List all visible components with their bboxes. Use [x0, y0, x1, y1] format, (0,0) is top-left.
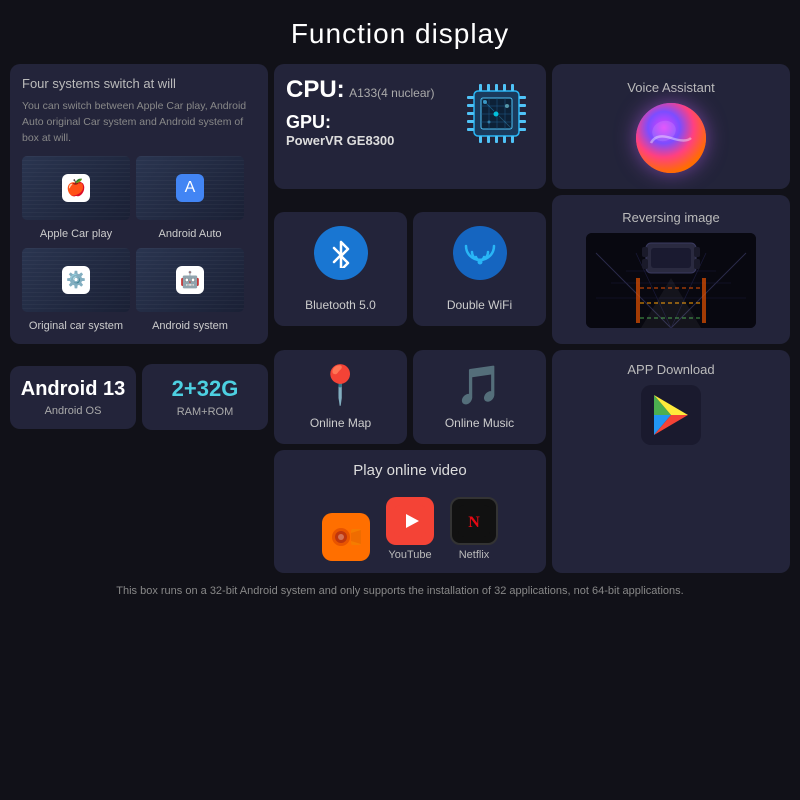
- bluetooth-card: Bluetooth 5.0: [274, 212, 407, 326]
- video-title: Play online video: [353, 462, 466, 479]
- carplay-screenshot: 🍎: [22, 156, 130, 220]
- reversing-card: Reversing image: [552, 195, 790, 345]
- camera-icon: [322, 513, 370, 561]
- wifi-card: Double WiFi: [413, 212, 546, 326]
- system-item-original: ⚙️ Original car system: [22, 248, 130, 332]
- map-pin-icon: 📍: [317, 364, 364, 408]
- android-cell: Android 13 Android OS 2+32G RAM+ROM: [10, 350, 268, 444]
- android-sys-icon: 🤖: [176, 266, 204, 294]
- netflix-svg: N: [458, 505, 490, 537]
- bt-wifi-cell: Bluetooth 5.0 Double WiFi: [274, 195, 546, 345]
- four-systems-desc: You can switch between Apple Car play, A…: [22, 99, 256, 146]
- music-label: Online Music: [445, 416, 514, 430]
- page-title: Function display: [291, 0, 509, 64]
- camera-app: [322, 513, 370, 561]
- map-label: Online Map: [310, 416, 371, 430]
- orig-screenshot: ⚙️: [22, 248, 130, 312]
- camera-visual: [586, 233, 756, 328]
- wifi-label: Double WiFi: [447, 298, 512, 312]
- cpu-label: CPU:: [286, 76, 345, 103]
- orig-car-label: Original car system: [29, 320, 123, 332]
- reversing-svg: [586, 233, 756, 328]
- system-item-carplay: 🍎 Apple Car play: [22, 156, 130, 240]
- android-screenshot: 🤖: [136, 248, 244, 312]
- page-wrapper: Function display Four systems switch at …: [0, 0, 800, 800]
- system-item-auto: A Android Auto: [136, 156, 244, 240]
- footer-text: This box runs on a 32-bit Android system…: [100, 577, 699, 605]
- ram-value: 2+32G: [172, 376, 239, 402]
- youtube-app: YouTube: [386, 497, 434, 561]
- system-item-android: 🤖 Android system: [136, 248, 244, 332]
- play-store-svg: [646, 390, 696, 440]
- gpu-label: GPU:: [286, 112, 454, 133]
- youtube-icon: [386, 497, 434, 545]
- cpu-label-row: CPU: A133(4 nuclear): [286, 76, 454, 104]
- voice-title: Voice Assistant: [627, 80, 714, 95]
- bt-svg: [326, 238, 356, 268]
- android-version: Android 13: [21, 378, 125, 401]
- wifi-svg: [462, 238, 498, 268]
- ram-label: RAM+ROM: [177, 406, 234, 418]
- cpu-model: A133(4 nuclear): [349, 86, 434, 100]
- app-download-title: APP Download: [627, 362, 714, 377]
- wifi-icon: [453, 226, 507, 280]
- android-auto-icon: A: [176, 174, 204, 202]
- video-apps-row: YouTube N Netflix: [322, 497, 498, 561]
- auto-screenshot: A: [136, 156, 244, 220]
- android-sys-label: Android system: [152, 320, 228, 332]
- netflix-label: Netflix: [459, 549, 490, 561]
- cpu-text-area: CPU: A133(4 nuclear) GPU: PowerVR GE8300: [286, 76, 454, 148]
- netflix-app: N Netflix: [450, 497, 498, 561]
- carplay-icon: 🍎: [62, 174, 90, 202]
- systems-top-row: 🍎 Apple Car play A Android Auto: [22, 156, 256, 240]
- siri-ball: [636, 103, 706, 173]
- music-icon: 🎵: [456, 364, 503, 408]
- svg-text:N: N: [468, 514, 480, 531]
- reversing-title: Reversing image: [622, 210, 720, 225]
- chip-svg: [454, 76, 539, 151]
- play-store-icon: [641, 385, 701, 445]
- four-systems-title: Four systems switch at will: [22, 76, 176, 91]
- netflix-icon: N: [450, 497, 498, 545]
- android-os-label: Android OS: [45, 405, 102, 417]
- video-left-spacer: [10, 450, 268, 573]
- map-music-cell: 📍 Online Map 🎵 Online Music: [274, 350, 546, 444]
- four-systems-card: Four systems switch at will You can swit…: [10, 64, 268, 344]
- main-grid: Four systems switch at will You can swit…: [10, 64, 790, 573]
- carplay-label: Apple Car play: [40, 228, 112, 240]
- bluetooth-label: Bluetooth 5.0: [305, 298, 376, 312]
- youtube-label: YouTube: [388, 549, 431, 561]
- ram-card: 2+32G RAM+ROM: [142, 364, 268, 430]
- music-card: 🎵 Online Music: [413, 350, 546, 444]
- camera-svg: [331, 523, 361, 551]
- systems-bottom-row: ⚙️ Original car system 🤖 Android system: [22, 248, 256, 332]
- voice-card: Voice Assistant: [552, 64, 790, 189]
- bluetooth-icon: [314, 226, 368, 280]
- video-card: Play online video: [274, 450, 546, 573]
- map-card: 📍 Online Map: [274, 350, 407, 444]
- android13-card: Android 13 Android OS: [10, 366, 136, 429]
- siri-icon: [636, 103, 706, 173]
- cpu-card: CPU: A133(4 nuclear) GPU: PowerVR GE8300: [274, 64, 546, 189]
- android-auto-label: Android Auto: [159, 228, 222, 240]
- app-download-card: APP Download: [552, 350, 790, 573]
- chip-visual: [454, 76, 534, 146]
- youtube-svg: [394, 505, 426, 537]
- gpu-model: PowerVR GE8300: [286, 133, 454, 148]
- orig-car-icon: ⚙️: [62, 266, 90, 294]
